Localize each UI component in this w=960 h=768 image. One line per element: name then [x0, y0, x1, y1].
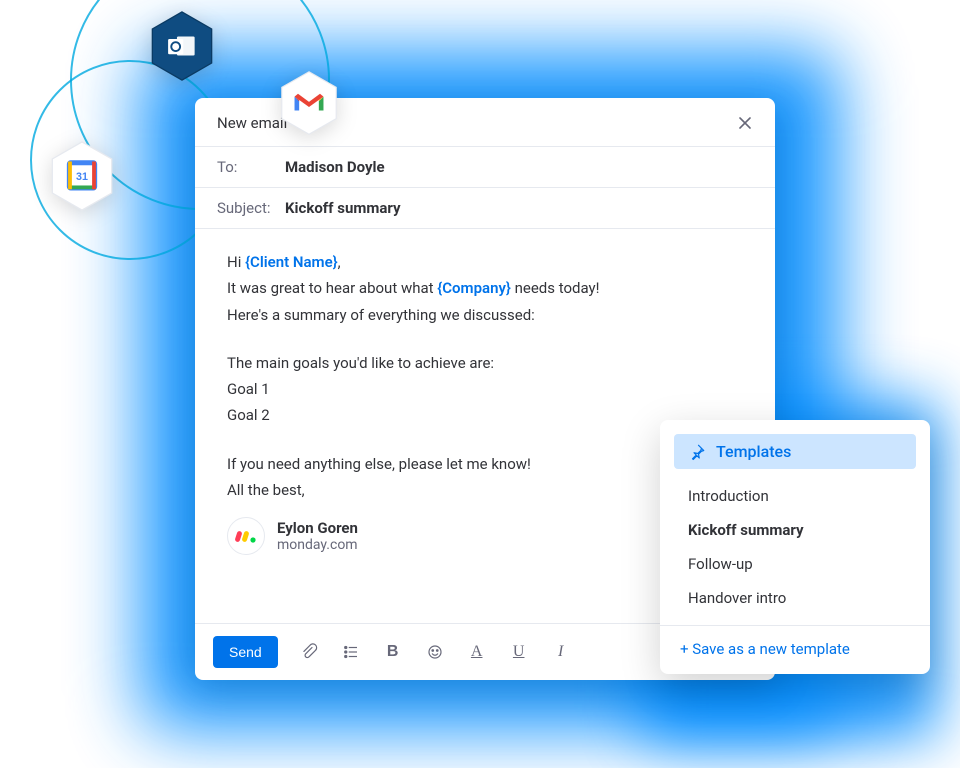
template-item[interactable]: Handover intro	[660, 581, 930, 615]
body-line: Here's a summary of everything we discus…	[227, 302, 743, 328]
subject-row[interactable]: Subject: Kickoff summary	[195, 187, 775, 229]
pin-icon	[688, 443, 706, 461]
bold-icon[interactable]: B	[382, 641, 404, 663]
bullet-list-icon[interactable]	[340, 641, 362, 663]
templates-panel: Templates IntroductionKickoff summaryFol…	[660, 420, 930, 674]
gmail-badge	[280, 70, 338, 136]
template-item[interactable]: Follow-up	[660, 547, 930, 581]
placeholder-client-name: {Client Name}	[245, 253, 338, 271]
template-item[interactable]: Kickoff summary	[660, 513, 930, 547]
text: ,	[338, 253, 341, 271]
templates-header[interactable]: Templates	[674, 434, 916, 469]
text: Hi	[227, 253, 245, 271]
text: needs today!	[511, 279, 600, 297]
signature-name: Eylon Goren	[277, 519, 358, 537]
close-icon[interactable]	[737, 115, 753, 131]
to-value: Madison Doyle	[285, 158, 385, 176]
monday-logo-icon	[227, 517, 265, 555]
italic-icon[interactable]: I	[550, 641, 572, 663]
body-line: Goal 1	[227, 376, 743, 402]
placeholder-company: {Company}	[437, 279, 511, 297]
attachment-icon[interactable]	[298, 641, 320, 663]
send-button[interactable]: Send	[213, 636, 278, 668]
compose-title: New email	[217, 114, 287, 132]
signature-org: monday.com	[277, 537, 358, 554]
body-line: The main goals you'd like to achieve are…	[227, 350, 743, 376]
subject-value: Kickoff summary	[285, 199, 401, 217]
save-template-link[interactable]: + Save as a new template	[660, 625, 930, 674]
body-line: Hi {Client Name},	[227, 249, 743, 275]
to-label: To:	[217, 158, 275, 176]
text-color-icon[interactable]: A	[466, 641, 488, 663]
subject-label: Subject:	[217, 199, 275, 217]
body-line: It was great to hear about what {Company…	[227, 275, 743, 301]
calendar-day-text: 31	[76, 171, 88, 183]
templates-title: Templates	[716, 442, 791, 461]
text: It was great to hear about what	[227, 279, 437, 297]
outlook-badge	[150, 10, 214, 82]
underline-icon[interactable]: U	[508, 641, 530, 663]
google-calendar-badge: 31	[50, 140, 114, 212]
to-row[interactable]: To: Madison Doyle	[195, 146, 775, 187]
templates-list: IntroductionKickoff summaryFollow-upHand…	[660, 479, 930, 615]
emoji-icon[interactable]	[424, 641, 446, 663]
template-item[interactable]: Introduction	[660, 479, 930, 513]
